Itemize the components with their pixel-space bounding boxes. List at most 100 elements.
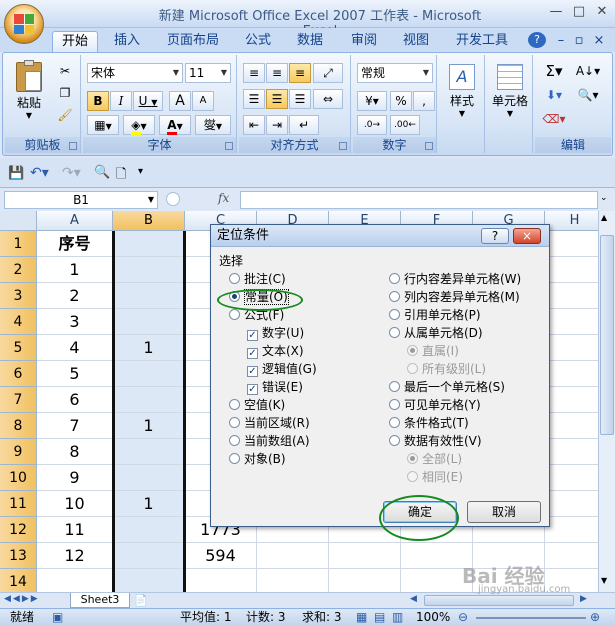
cut-icon[interactable]: ✂: [55, 61, 75, 79]
check-numbers[interactable]: ✓ 数字(U): [247, 325, 304, 342]
ribbon-minimize-icon[interactable]: –: [554, 31, 568, 52]
cell[interactable]: 序号: [37, 231, 113, 257]
radio-last-cell[interactable]: 最后一个单元格(S): [389, 379, 505, 396]
radio-direct-only[interactable]: 直属(I): [407, 343, 459, 360]
cell[interactable]: [113, 517, 185, 543]
cell[interactable]: 12: [37, 543, 113, 569]
orientation-icon[interactable]: ⤢: [313, 63, 343, 83]
cell[interactable]: 5: [37, 361, 113, 387]
zoom-in-icon[interactable]: ⊕: [590, 609, 600, 626]
row-header[interactable]: 1: [0, 231, 37, 257]
decrease-decimal-icon[interactable]: .00←: [390, 115, 420, 135]
row-header[interactable]: 5: [0, 335, 37, 361]
cells-button[interactable]: 单元格 ▼: [488, 61, 532, 131]
cell[interactable]: 9: [37, 465, 113, 491]
alignment-dialog-launcher-icon[interactable]: [339, 142, 347, 150]
decrease-indent-icon[interactable]: ⇤: [243, 115, 265, 135]
normal-view-icon[interactable]: ▦: [356, 609, 367, 626]
cell[interactable]: [545, 387, 598, 413]
office-button[interactable]: [4, 4, 44, 44]
radio-blanks[interactable]: 空值(K): [229, 397, 285, 414]
customize-qat-icon[interactable]: ▾: [138, 166, 143, 177]
cell[interactable]: [113, 387, 185, 413]
tab-developer[interactable]: 开发工具: [450, 31, 514, 52]
cell[interactable]: [545, 335, 598, 361]
tab-formulas[interactable]: 公式: [236, 31, 280, 52]
increase-decimal-icon[interactable]: .0→: [357, 115, 387, 135]
align-center-icon[interactable]: ☰: [266, 89, 288, 109]
paste-button[interactable]: 粘贴 ▼: [9, 59, 49, 120]
sheet-tab-sheet3[interactable]: Sheet3: [70, 593, 130, 608]
dialog-close-button[interactable]: ×: [513, 228, 541, 244]
cell[interactable]: 1: [113, 335, 185, 361]
radio-all-levels[interactable]: 所有级别(L): [407, 361, 486, 378]
font-size-combo[interactable]: 11 ▼: [185, 63, 231, 83]
cell[interactable]: 1: [113, 413, 185, 439]
close-icon[interactable]: ✕: [592, 4, 612, 22]
font-name-combo[interactable]: 宋体 ▼: [87, 63, 183, 83]
cell[interactable]: [113, 439, 185, 465]
horizontal-scroll-thumb[interactable]: [424, 595, 574, 606]
cell[interactable]: 4: [37, 335, 113, 361]
scroll-down-icon[interactable]: ▼: [601, 576, 607, 585]
column-header-b[interactable]: B: [113, 211, 185, 231]
chevron-down-icon[interactable]: ▼: [420, 64, 432, 82]
minimize-icon[interactable]: —: [546, 4, 566, 22]
column-header-a[interactable]: A: [37, 211, 113, 231]
scroll-right-icon[interactable]: ▶: [580, 594, 587, 604]
row-header[interactable]: 13: [0, 543, 37, 569]
format-painter-icon[interactable]: 🖌: [55, 105, 75, 123]
clear-icon[interactable]: ⌫▾: [539, 109, 569, 127]
radio-row-differences[interactable]: 行内容差异单元格(W): [389, 271, 521, 288]
row-header[interactable]: 14: [0, 569, 37, 592]
tab-insert[interactable]: 插入: [104, 31, 150, 52]
radio-conditional-formats[interactable]: 条件格式(T): [389, 415, 469, 432]
row-header[interactable]: 11: [0, 491, 37, 517]
radio-validation-all[interactable]: 全部(L): [407, 451, 462, 468]
tab-review[interactable]: 审阅: [342, 31, 386, 52]
italic-button[interactable]: I: [110, 91, 132, 111]
cell[interactable]: 594: [185, 543, 257, 569]
select-all-corner[interactable]: [0, 211, 37, 231]
align-right-icon[interactable]: ☰: [289, 89, 311, 109]
border-button[interactable]: ▦▼: [87, 115, 119, 135]
row-header[interactable]: 4: [0, 309, 37, 335]
cell[interactable]: [113, 309, 185, 335]
cell[interactable]: [545, 309, 598, 335]
new-document-icon[interactable]: 🗋: [116, 165, 126, 187]
copy-icon[interactable]: ❐: [55, 83, 75, 101]
radio-visible-cells[interactable]: 可见单元格(Y): [389, 397, 481, 414]
cell[interactable]: [113, 543, 185, 569]
cell[interactable]: 7: [37, 413, 113, 439]
vertical-scrollbar[interactable]: ▲ ▼: [598, 211, 615, 592]
cell[interactable]: [113, 569, 185, 592]
currency-icon[interactable]: ¥▾: [357, 91, 387, 111]
cell[interactable]: [545, 465, 598, 491]
phonetic-button[interactable]: 燮▼: [195, 115, 231, 135]
scroll-up-icon[interactable]: ▲: [601, 213, 607, 222]
radio-comments[interactable]: 批注(C): [229, 271, 286, 288]
vertical-scroll-thumb[interactable]: [600, 235, 614, 435]
ribbon-close-icon[interactable]: ×: [592, 31, 606, 52]
sheet-nav-icon[interactable]: ◀◀▶▶: [4, 594, 40, 604]
radio-current-array[interactable]: 当前数组(A): [229, 433, 310, 450]
row-header[interactable]: 12: [0, 517, 37, 543]
save-icon[interactable]: 💾: [8, 166, 24, 181]
page-break-view-icon[interactable]: ▥: [392, 609, 403, 626]
cell[interactable]: [545, 543, 598, 569]
find-select-icon[interactable]: 🔍▾: [571, 85, 605, 103]
chevron-down-icon[interactable]: ▼: [170, 64, 182, 82]
cell[interactable]: [113, 231, 185, 257]
cancel-button[interactable]: 取消: [467, 501, 541, 523]
cell[interactable]: 10: [37, 491, 113, 517]
cell[interactable]: 8: [37, 439, 113, 465]
number-format-combo[interactable]: 常规 ▼: [357, 63, 433, 83]
cell[interactable]: 1: [37, 257, 113, 283]
fill-icon[interactable]: ⬇▾: [539, 85, 569, 103]
cell[interactable]: 11: [37, 517, 113, 543]
cell[interactable]: [329, 569, 401, 592]
formula-input[interactable]: [240, 191, 598, 209]
font-dialog-launcher-icon[interactable]: [225, 142, 233, 150]
shrink-font-button[interactable]: A: [192, 91, 214, 111]
check-text[interactable]: ✓ 文本(X): [247, 343, 304, 360]
